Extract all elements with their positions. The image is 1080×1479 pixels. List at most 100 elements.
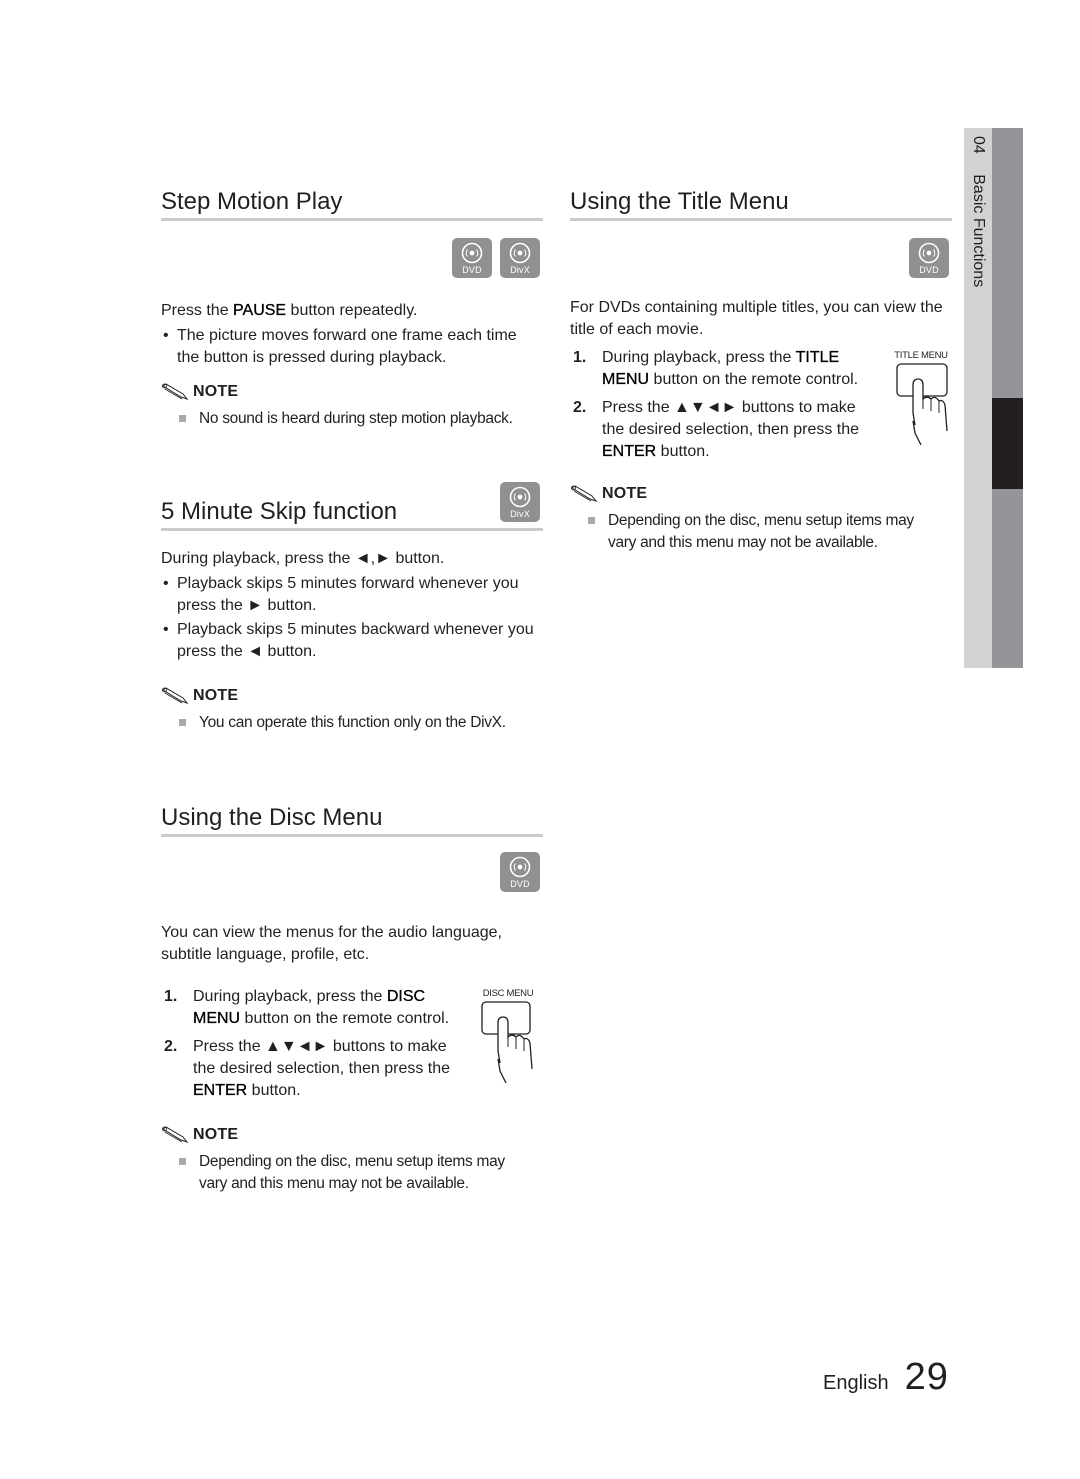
square-bullet-icon xyxy=(588,517,595,524)
remote-button-illustration: TITLE MENU xyxy=(886,350,956,450)
remote-label: TITLE MENU xyxy=(894,350,948,361)
step-number: 1. xyxy=(573,349,587,366)
remote-button-illustration: DISC MENU xyxy=(473,988,543,1088)
pencil-icon xyxy=(162,1126,189,1144)
remote-label: DISC MENU xyxy=(482,988,534,999)
chapter-number: 04 xyxy=(970,136,987,154)
bullet-icon: • xyxy=(163,575,169,592)
step-number: 2. xyxy=(164,1038,178,1055)
section-heading: Using the Disc Menu xyxy=(161,802,543,837)
badge-label: DVD xyxy=(919,265,939,275)
note-label: NOTE xyxy=(193,1126,239,1143)
bullet-text: Playback skips 5 minutes backward whenev… xyxy=(177,621,534,660)
step-item: 1. During playback, press the DISC MENU b… xyxy=(161,986,461,1030)
disc-icon xyxy=(461,242,483,264)
finger-press-icon xyxy=(896,363,948,446)
section-heading: Step Motion Play xyxy=(161,186,543,221)
section-step-motion: Step Motion Play DVD DivX Press the PAUS… xyxy=(161,186,543,427)
note-text: You can operate this function only on th… xyxy=(199,714,506,731)
step-text: button on the remote control. xyxy=(240,1010,450,1027)
step-text: Press the ▲▼◄► buttons to make the desir… xyxy=(602,399,860,438)
intro-text: During playback, press the ◄,► button. xyxy=(161,550,445,567)
step-text: button on the remote control. xyxy=(649,371,859,388)
section-heading: 5 Minute Skip function xyxy=(161,482,543,531)
dvd-badge: DVD xyxy=(500,852,540,892)
bullet-text: Playback skips 5 minutes forward wheneve… xyxy=(177,575,519,614)
language-label: English xyxy=(823,1372,889,1394)
key-name: ENTER xyxy=(602,443,657,460)
note-text: Depending on the disc, menu setup items … xyxy=(608,512,914,551)
page-number: 29 xyxy=(904,1356,949,1398)
note-item: You can operate this function only on th… xyxy=(161,712,543,734)
note-label: NOTE xyxy=(602,485,648,502)
bullet-item: • Playback skips 5 minutes forward whenev… xyxy=(161,573,543,617)
step-item: 1. During playback, press the TITLE MENU… xyxy=(570,347,870,391)
note-header: NOTE xyxy=(570,485,952,503)
step-item: 2. Press the ▲▼◄► buttons to make the des… xyxy=(570,397,870,463)
step-text: Press the ▲▼◄► buttons to make the desir… xyxy=(193,1038,451,1077)
note-item: Depending on the disc, menu setup items … xyxy=(570,510,940,554)
disc-badges: DVD DivX xyxy=(452,238,540,278)
pencil-icon xyxy=(571,485,598,503)
note-text: Depending on the disc, menu setup items … xyxy=(199,1153,505,1192)
note-list: You can operate this function only on th… xyxy=(161,712,543,734)
step-text: button. xyxy=(247,1082,301,1099)
dvd-badge: DVD xyxy=(452,238,492,278)
bullet-icon: • xyxy=(163,327,169,344)
note-list: Depending on the disc, menu setup items … xyxy=(161,1151,531,1195)
intro-post: button repeatedly. xyxy=(286,302,418,319)
dvd-badge: DVD xyxy=(909,238,949,278)
section-title-menu: Using the Title Menu DVD For DVDs contai… xyxy=(570,186,952,551)
badge-label: DVD xyxy=(510,879,530,889)
bullet-item: • The picture moves forward one frame eac… xyxy=(161,325,543,369)
step-number: 1. xyxy=(164,988,178,1005)
disc-icon xyxy=(509,486,531,508)
note-label: NOTE xyxy=(193,383,239,400)
badge-label: DivX xyxy=(510,265,530,275)
disc-icon xyxy=(509,242,531,264)
bullet-icon: • xyxy=(163,621,169,638)
badge-label: DVD xyxy=(462,265,482,275)
note-header: NOTE xyxy=(161,383,543,401)
section-minute-skip: 5 Minute Skip function DivX During playb… xyxy=(161,482,543,731)
intro-text: For DVDs containing multiple titles, you… xyxy=(570,299,943,338)
note-header: NOTE xyxy=(161,687,543,705)
step-list: 1. During playback, press the DISC MENU b… xyxy=(161,986,461,1102)
section-disc-menu: Using the Disc Menu DVD You can view the… xyxy=(161,802,543,1192)
bullet-text: The picture moves forward one frame each… xyxy=(177,327,517,366)
badge-label: DivX xyxy=(510,509,530,519)
note-header: NOTE xyxy=(161,1126,543,1144)
disc-badges: DVD xyxy=(909,238,949,278)
divx-badge: DivX xyxy=(500,238,540,278)
page-footer: English 29 xyxy=(823,1356,949,1399)
chapter-tab-active-marker xyxy=(992,398,1023,489)
bullet-list: • The picture moves forward one frame eac… xyxy=(161,325,543,369)
note-list: Depending on the disc, menu setup items … xyxy=(570,510,940,554)
chapter-label: 04 Basic Functions xyxy=(966,136,990,287)
disc-icon xyxy=(509,856,531,878)
pencil-icon xyxy=(162,687,189,705)
intro-text: You can view the menus for the audio lan… xyxy=(161,924,502,963)
section-heading: Using the Title Menu xyxy=(570,186,952,221)
note-item: No sound is heard during step motion pla… xyxy=(161,408,543,430)
disc-icon xyxy=(918,242,940,264)
divx-badge: DivX xyxy=(500,482,540,522)
square-bullet-icon xyxy=(179,719,186,726)
step-item: 2. Press the ▲▼◄► buttons to make the des… xyxy=(161,1036,461,1102)
bullet-list: • Playback skips 5 minutes forward whenev… xyxy=(161,573,543,663)
bullet-item: • Playback skips 5 minutes backward whene… xyxy=(161,619,543,663)
note-label: NOTE xyxy=(193,687,239,704)
step-text: During playback, press the xyxy=(602,349,796,366)
square-bullet-icon xyxy=(179,1158,186,1165)
step-list: 1. During playback, press the TITLE MENU… xyxy=(570,347,870,463)
step-number: 2. xyxy=(573,399,587,416)
intro-text: Press the PAUSE button repeatedly. xyxy=(161,300,543,322)
key-name: PAUSE xyxy=(233,302,287,319)
step-text: button. xyxy=(656,443,710,460)
disc-badges: DVD xyxy=(500,852,540,892)
step-text: During playback, press the xyxy=(193,988,387,1005)
disc-badges: DivX xyxy=(500,482,540,522)
note-list: No sound is heard during step motion pla… xyxy=(161,408,543,430)
chapter-title: Basic Functions xyxy=(970,174,987,288)
note-text: No sound is heard during step motion pla… xyxy=(199,410,513,427)
